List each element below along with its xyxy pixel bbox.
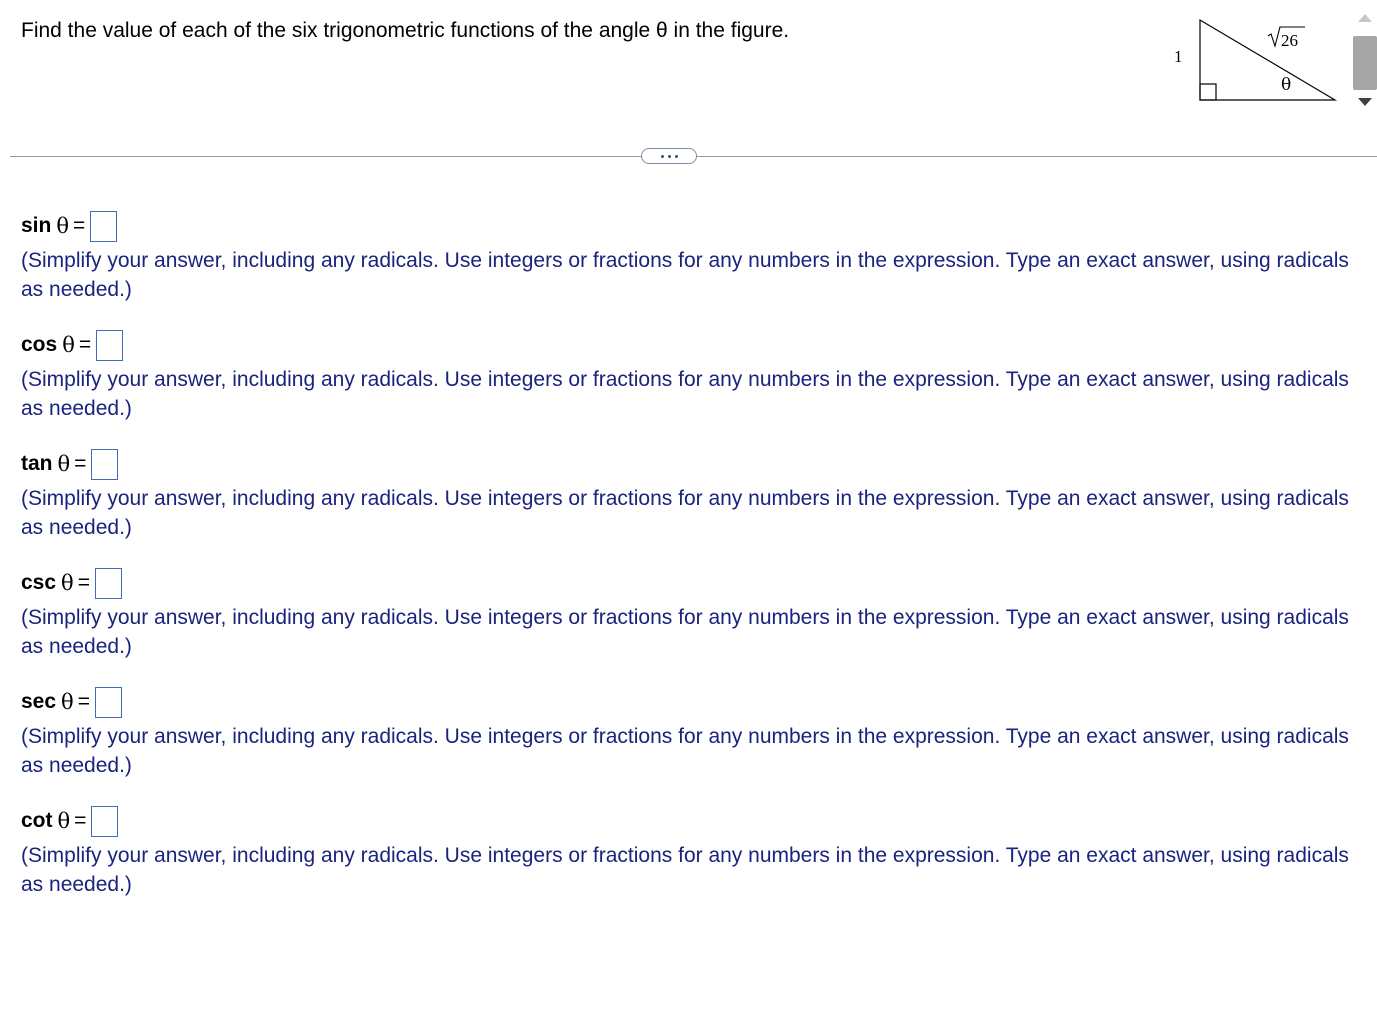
- side-label: 1: [1174, 47, 1183, 66]
- cos-answer-input[interactable]: [96, 329, 124, 361]
- theta-symbol: θ: [57, 452, 71, 476]
- answer-hint: (Simplify your answer, including any rad…: [21, 249, 1349, 301]
- theta-symbol: θ: [57, 809, 71, 833]
- answer-list: sin θ = (Simplify your answer, including…: [21, 209, 1351, 923]
- equals-sign: =: [73, 214, 86, 237]
- tan-answer-input[interactable]: [91, 448, 119, 480]
- answer-hint: (Simplify your answer, including any rad…: [21, 368, 1349, 420]
- ellipsis-dot-icon: [674, 154, 678, 158]
- sec-answer-input[interactable]: [94, 686, 122, 718]
- equation-line: tan θ =: [21, 447, 1351, 481]
- equation-line: cot θ =: [21, 804, 1351, 838]
- sin-answer-input[interactable]: [90, 210, 118, 242]
- function-name: sec: [21, 690, 57, 713]
- equals-sign: =: [74, 809, 87, 832]
- answer-hint: (Simplify your answer, including any rad…: [21, 725, 1349, 777]
- csc-answer-input[interactable]: [94, 567, 122, 599]
- answer-item-sin: sin θ = (Simplify your answer, including…: [21, 209, 1351, 328]
- right-angle-marker: [1199, 83, 1217, 101]
- equation-line: sec θ =: [21, 685, 1351, 719]
- right-triangle: [1199, 18, 1338, 101]
- function-name: cot: [21, 809, 53, 832]
- theta-symbol: θ: [61, 571, 74, 595]
- equation-line: sin θ =: [21, 209, 1351, 243]
- answer-item-csc: csc θ = (Simplify your answer, including…: [21, 566, 1351, 685]
- function-name: cos: [21, 333, 58, 356]
- equation-line: cos θ =: [21, 328, 1351, 362]
- answer-item-cos: cos θ = (Simplify your answer, including…: [21, 328, 1351, 447]
- equals-sign: =: [78, 333, 92, 356]
- angle-label: θ: [1281, 75, 1291, 95]
- scroll-up-arrow-icon[interactable]: [1358, 14, 1372, 22]
- equation-line: csc θ =: [21, 566, 1351, 600]
- ellipsis-dot-icon: [667, 154, 671, 158]
- equals-sign: =: [74, 452, 87, 475]
- hypotenuse-label: 26: [1281, 31, 1298, 50]
- more-options-button[interactable]: [641, 148, 697, 164]
- question-text: Find the value of each of the six trigon…: [21, 19, 790, 42]
- answer-hint: (Simplify your answer, including any rad…: [21, 487, 1349, 539]
- function-name: csc: [21, 571, 57, 594]
- theta-symbol: θ: [56, 214, 69, 238]
- theta-symbol: θ: [61, 690, 74, 714]
- theta-symbol: θ: [62, 333, 75, 357]
- answer-item-cot: cot θ = (Simplify your answer, including…: [21, 804, 1351, 923]
- function-name: tan: [21, 452, 53, 475]
- answer-hint: (Simplify your answer, including any rad…: [21, 606, 1349, 658]
- triangle-figure: 1 26 θ: [1160, 10, 1350, 110]
- scroll-down-arrow-icon[interactable]: [1358, 98, 1372, 106]
- answer-hint: (Simplify your answer, including any rad…: [21, 844, 1349, 896]
- equals-sign: =: [77, 571, 90, 594]
- ellipsis-dot-icon: [660, 154, 664, 158]
- function-name: sin: [21, 214, 52, 237]
- vertical-scrollbar[interactable]: [1351, 4, 1377, 120]
- answer-item-tan: tan θ = (Simplify your answer, including…: [21, 447, 1351, 566]
- scroll-thumb[interactable]: [1353, 36, 1377, 90]
- equals-sign: =: [77, 690, 90, 713]
- cot-answer-input[interactable]: [91, 805, 119, 837]
- answer-item-sec: sec θ = (Simplify your answer, including…: [21, 685, 1351, 804]
